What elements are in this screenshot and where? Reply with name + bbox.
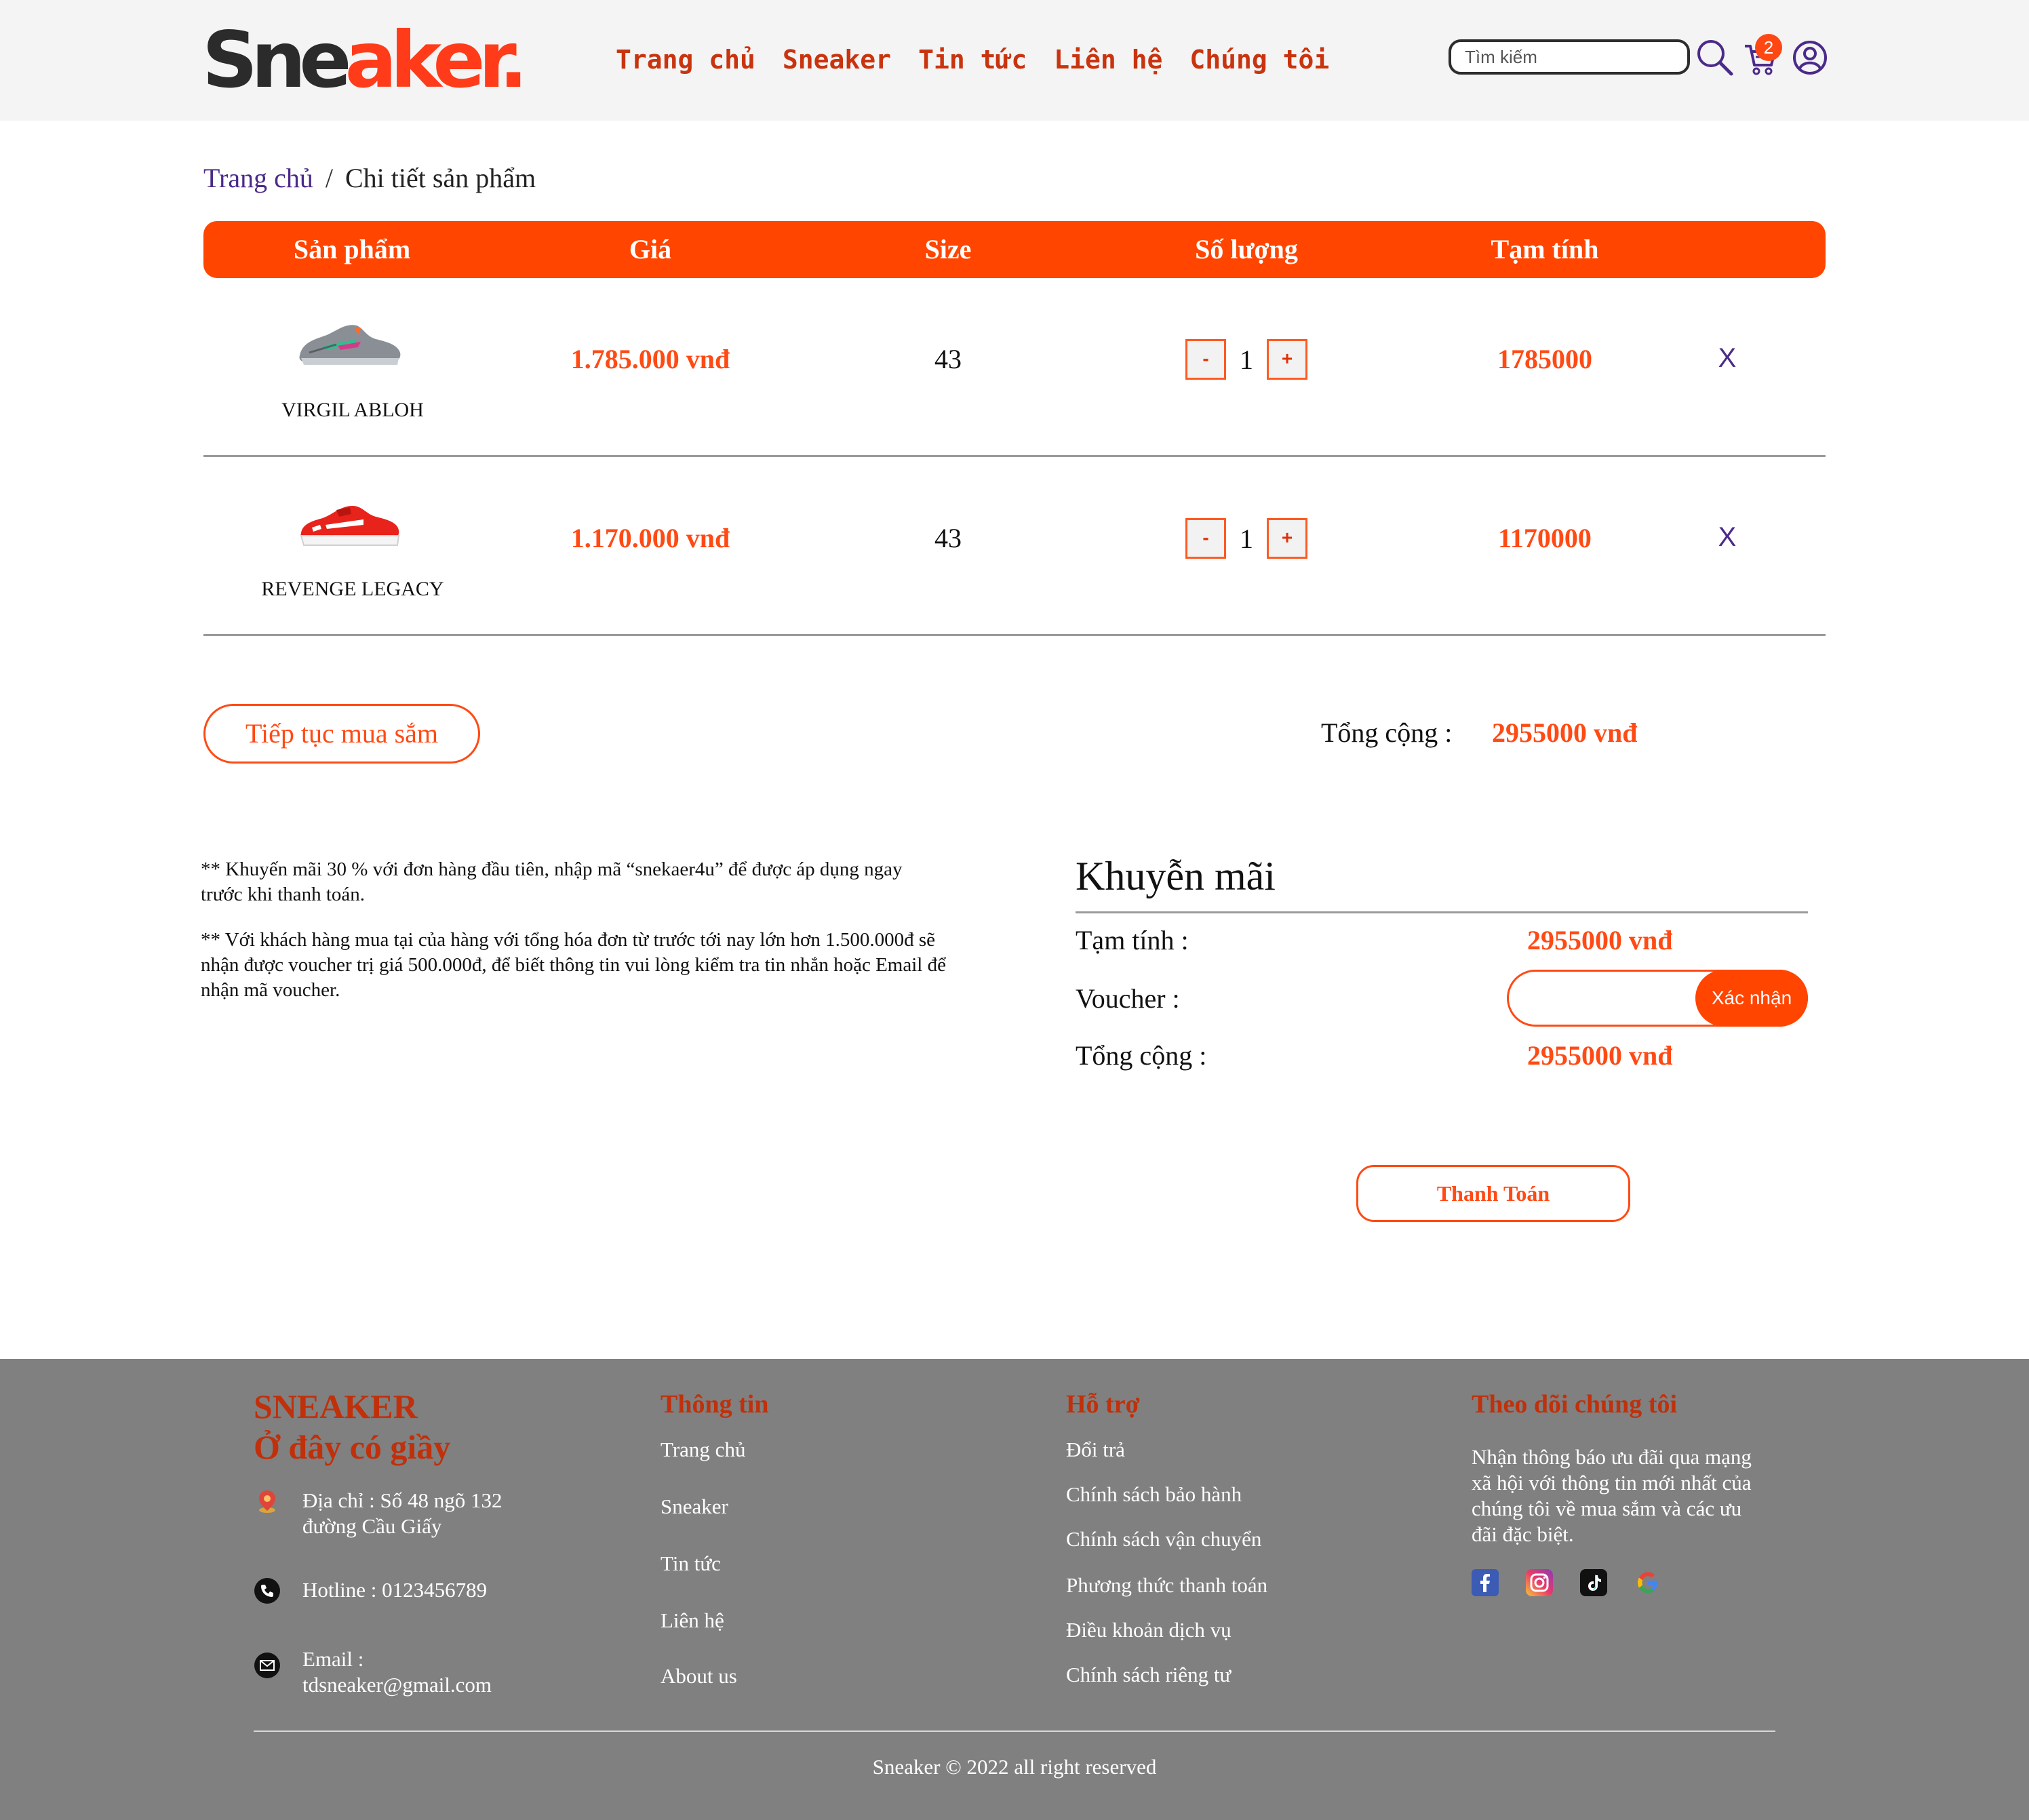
col-product: Sản phẩm xyxy=(293,234,411,264)
col-subtotal: Tạm tính xyxy=(1491,234,1599,264)
footer-link-sneaker[interactable]: Sneaker xyxy=(661,1493,728,1520)
nav-about[interactable]: Chúng tôi xyxy=(1189,42,1329,77)
footer-link-home[interactable]: Trang chủ xyxy=(661,1436,745,1463)
footer-hotline: Hotline : 0123456789 xyxy=(254,1577,487,1604)
footer-brand-name: SNEAKER xyxy=(254,1387,418,1425)
footer-info-title: Thông tin xyxy=(661,1390,769,1419)
product-size: 43 xyxy=(934,344,962,374)
qty-decrease-button[interactable]: - xyxy=(1185,518,1226,559)
footer-hotline-text: Hotline : 0123456789 xyxy=(302,1578,488,1602)
tiktok-icon[interactable] xyxy=(1580,1569,1607,1596)
product-image-virgil-abloh[interactable] xyxy=(296,308,404,382)
quantity-stepper: - 1 + xyxy=(1185,339,1307,380)
promo-notes: ** Khuyến mãi 30 % với đơn hàng đầu tiên… xyxy=(201,857,947,1023)
search-input[interactable] xyxy=(1449,39,1690,75)
breadcrumb-current: Chi tiết sản phẩm xyxy=(344,163,536,193)
remove-item-button[interactable]: X xyxy=(1718,522,1737,553)
product-subtotal: 1170000 xyxy=(1498,523,1592,553)
footer-link-contact[interactable]: Liên hệ xyxy=(661,1607,724,1634)
voucher-label: Voucher : xyxy=(1076,983,1180,1014)
voucher-field: Xác nhận xyxy=(1507,970,1808,1027)
promo-note: ** Với khách hàng mua tại của hàng với t… xyxy=(201,929,946,1001)
footer-link-news[interactable]: Tin tức xyxy=(661,1550,721,1577)
breadcrumb-separator: / xyxy=(325,163,333,193)
product-subtotal: 1785000 xyxy=(1497,344,1592,374)
remove-item-button[interactable]: X xyxy=(1718,343,1737,374)
quantity-stepper: - 1 + xyxy=(1185,518,1307,559)
phone-icon xyxy=(254,1577,281,1604)
cart-total-label: Tổng cộng : xyxy=(1321,717,1453,748)
qty-decrease-button[interactable]: - xyxy=(1185,339,1226,380)
location-pin-icon xyxy=(254,1488,281,1515)
main-nav: Trang chủ Sneaker Tin tức Liên hệ Chúng … xyxy=(616,42,1329,77)
footer-follow-text: Nhận thông báo ưu đãi qua mạng xã hội vớ… xyxy=(1472,1445,1752,1546)
col-size: Size xyxy=(924,234,972,264)
user-icon[interactable] xyxy=(1792,39,1828,79)
promo-note: ** Khuyến mãi 30 % với đơn hàng đầu tiên… xyxy=(201,858,903,905)
footer-link-shipping[interactable]: Chính sách vận chuyển xyxy=(1066,1526,1261,1553)
footer-divider xyxy=(254,1730,1775,1732)
footer-address: Địa chỉ : Số 48 ngõ 132 đường Cầu Giấy xyxy=(254,1488,519,1539)
breadcrumb: Trang chủ / Chi tiết sản phẩm xyxy=(203,160,536,197)
voucher-confirm-button[interactable]: Xác nhận xyxy=(1695,970,1808,1027)
product-price: 1.785.000 vnđ xyxy=(570,344,730,374)
footer-support-title: Hỗ trợ xyxy=(1066,1390,1140,1419)
site-header: Sneaker. Trang chủ Sneaker Tin tức Liên … xyxy=(0,0,2029,121)
instagram-icon[interactable] xyxy=(1526,1569,1553,1596)
nav-news[interactable]: Tin tức xyxy=(918,42,1027,77)
footer-email: Email : tdsneaker@gmail.com xyxy=(254,1646,492,1698)
footer-email-address[interactable]: tdsneaker@gmail.com xyxy=(302,1673,492,1697)
facebook-icon[interactable] xyxy=(1472,1569,1499,1596)
promo-divider xyxy=(1076,911,1808,913)
product-size: 43 xyxy=(934,523,962,553)
cart-row: VIRGIL ABLOH 1.785.000 vnđ 43 - 1 + 1785… xyxy=(203,278,1826,457)
footer-follow-title: Theo dõi chúng tôi xyxy=(1472,1390,1678,1419)
breadcrumb-home[interactable]: Trang chủ xyxy=(203,163,313,193)
footer-link-returns[interactable]: Đổi trả xyxy=(1066,1436,1125,1463)
nav-contact[interactable]: Liên hệ xyxy=(1054,42,1162,77)
footer-address-text: Địa chỉ : Số 48 ngõ 132 đường Cầu Giấy xyxy=(302,1488,503,1538)
footer-brand: SNEAKER Ở đây có giầy xyxy=(254,1386,450,1467)
qty-value: 1 xyxy=(1240,523,1253,554)
email-icon xyxy=(254,1652,281,1679)
checkout-button[interactable]: Thanh Toán xyxy=(1356,1165,1630,1222)
continue-shopping-button[interactable]: Tiếp tục mua sắm xyxy=(203,704,480,764)
cart-count-badge: 2 xyxy=(1755,34,1782,61)
product-price: 1.170.000 vnđ xyxy=(570,523,730,553)
promo-total-value: 2955000 vnđ xyxy=(1527,1040,1673,1071)
footer-email-label: Email : xyxy=(302,1647,364,1671)
product-name: VIRGIL ABLOH xyxy=(281,399,424,421)
product-name: REVENGE LEGACY xyxy=(261,578,444,600)
footer-email-text: Email : tdsneaker@gmail.com xyxy=(302,1646,492,1698)
promo-subtotal-value: 2955000 vnđ xyxy=(1527,925,1673,955)
footer-link-payment[interactable]: Phương thức thanh toán xyxy=(1066,1572,1267,1599)
promo-title: Khuyễn mãi xyxy=(1076,854,1276,898)
footer-link-terms[interactable]: Điều khoản dịch vụ xyxy=(1066,1617,1232,1644)
footer-brand-tagline: Ở đây có giầy xyxy=(254,1428,451,1466)
qty-value: 1 xyxy=(1240,344,1253,375)
promo-total-label: Tổng cộng : xyxy=(1076,1040,1207,1071)
logo[interactable]: Sneaker. xyxy=(202,15,528,105)
cart-table-header: Sản phẩm Giá Size Số lượng Tạm tính xyxy=(203,221,1826,278)
cart-total-value: 2955000 vnđ xyxy=(1492,717,1638,748)
qty-increase-button[interactable]: + xyxy=(1267,339,1307,380)
footer-link-privacy[interactable]: Chính sách riêng tư xyxy=(1066,1661,1231,1688)
footer-link-warranty[interactable]: Chính sách bảo hành xyxy=(1066,1481,1242,1508)
qty-increase-button[interactable]: + xyxy=(1267,518,1307,559)
google-icon[interactable] xyxy=(1634,1569,1661,1596)
voucher-input[interactable] xyxy=(1522,976,1692,1021)
col-price: Giá xyxy=(629,234,672,264)
site-footer: SNEAKER Ở đây có giầy Địa chỉ : Số 48 ng… xyxy=(0,1359,2029,1820)
search-icon[interactable] xyxy=(1695,38,1735,81)
footer-copyright: Sneaker © 2022 all right reserved xyxy=(872,1755,1157,1779)
col-quantity: Số lượng xyxy=(1195,234,1298,264)
product-image-revenge-legacy[interactable] xyxy=(296,487,404,561)
logo-text-accent: aker. xyxy=(344,15,528,105)
nav-home[interactable]: Trang chủ xyxy=(616,42,755,77)
promo-subtotal-label: Tạm tính : xyxy=(1076,925,1189,955)
cart-row: REVENGE LEGACY 1.170.000 vnđ 43 - 1 + 11… xyxy=(203,457,1826,636)
footer-link-about[interactable]: About us xyxy=(661,1663,737,1690)
nav-sneaker[interactable]: Sneaker xyxy=(783,42,891,77)
logo-text-dark: Sne xyxy=(202,15,352,105)
